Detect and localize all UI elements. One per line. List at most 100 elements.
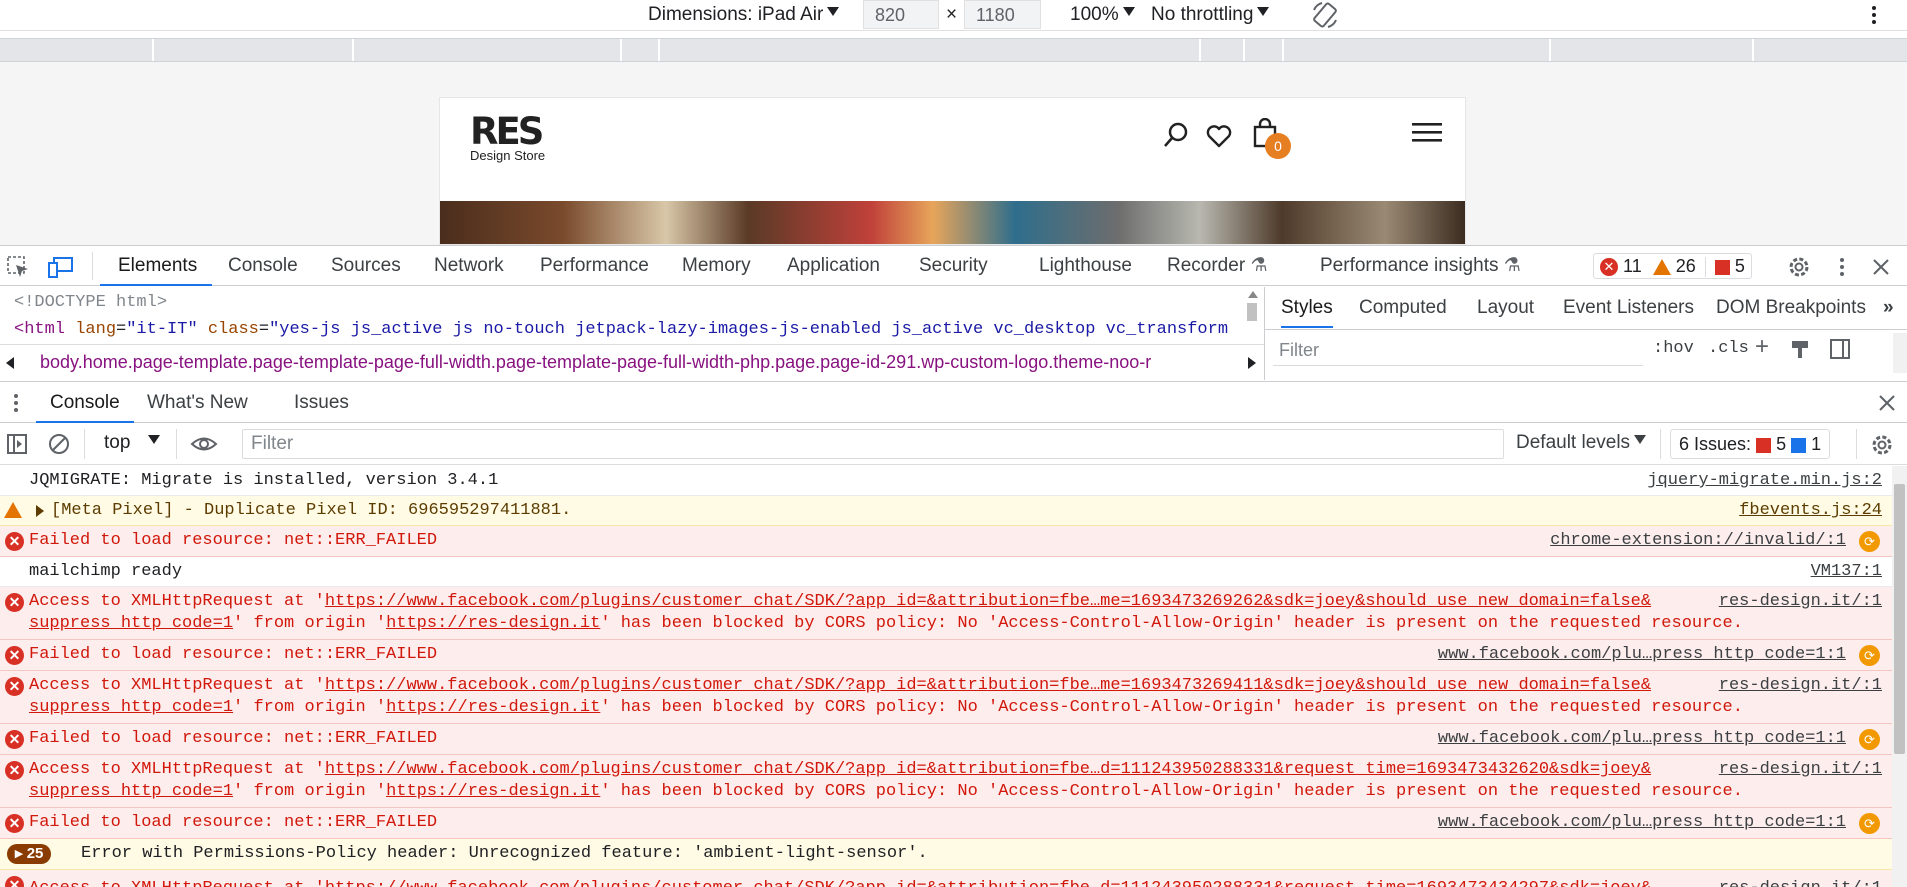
issue-counters[interactable]: ✕ 11 26 5 [1593,253,1752,279]
request-url-link-cont[interactable]: suppress_http_code=1 [29,698,233,717]
request-url-link-cont[interactable]: suppress_http_code=1 [29,782,233,801]
paint-brush-icon[interactable] [1789,338,1811,360]
dimensions-dropdown[interactable]: Dimensions: iPad Air [648,3,840,27]
tab-lighthouse[interactable]: Lighthouse [1039,246,1132,286]
console-message[interactable]: mailchimp ready VM137:1 [0,557,1892,587]
clear-console-icon[interactable] [48,433,70,455]
devtools-menu-icon[interactable] [1836,255,1848,279]
doctype-line[interactable]: <!DOCTYPE html> [14,293,167,312]
message-text: Access to XMLHttpRequest at 'https://www… [29,879,1651,887]
tab-console[interactable]: Console [228,246,298,286]
console-error[interactable]: ✕ Failed to load resource: net::ERR_FAIL… [0,640,1892,671]
device-toggle-icon[interactable] [48,255,74,279]
message-source-link[interactable]: www.facebook.com/plu…press_http_code=1:1 [1438,645,1846,664]
tab-performance[interactable]: Performance [540,246,649,286]
message-source-link[interactable]: res-design.it/:1 [1719,592,1882,611]
origin-link[interactable]: https://res-design.it [386,614,600,633]
message-source-link[interactable]: res-design.it/:1 [1719,676,1882,695]
request-url-link[interactable]: https://www.facebook.com/plugins/custome… [325,676,1651,695]
request-url-link[interactable]: https://www.facebook.com/plugins/custome… [325,592,1651,611]
console-settings-gear-icon[interactable] [1870,433,1894,457]
height-input[interactable]: 1180 [964,0,1041,29]
width-input[interactable]: 820 [863,0,939,29]
close-drawer-icon[interactable] [1878,394,1896,412]
tab-layout[interactable]: Layout [1477,287,1534,329]
origin-link[interactable]: https://res-design.it [386,698,600,717]
console-error[interactable]: ✕ Failed to load resource: net::ERR_FAIL… [0,808,1892,839]
new-style-rule-icon[interactable]: + [1755,333,1769,361]
close-devtools-icon[interactable] [1871,257,1891,277]
console-error[interactable]: ✕ Access to XMLHttpRequest at 'https://w… [0,755,1892,808]
drawer-tab-whats-new[interactable]: What's New [147,382,248,422]
tab-dom-breakpoints[interactable]: DOM Breakpoints [1716,287,1866,329]
inspect-element-icon[interactable] [6,255,30,279]
tab-elements[interactable]: Elements [100,246,212,286]
settings-gear-icon[interactable] [1787,255,1811,279]
message-source-link[interactable]: chrome-extension://invalid/:1 [1550,531,1846,550]
zoom-dropdown[interactable]: 100% [1070,3,1135,27]
tab-network[interactable]: Network [434,246,504,286]
elements-scrollbar[interactable] [1245,291,1259,327]
cls-toggle[interactable]: .cls [1708,339,1749,358]
scrollbar-thumb[interactable] [1894,484,1905,754]
wishlist-heart-icon[interactable] [1205,124,1233,148]
console-warning[interactable]: [Meta Pixel] - Duplicate Pixel ID: 69659… [0,496,1892,526]
message-prefix: Access to XMLHttpRequest at ' [29,676,325,695]
site-logo[interactable]: RES [470,110,544,153]
message-source-link[interactable]: www.facebook.com/plu…press_http_code=1:1 [1438,813,1846,832]
log-levels-dropdown[interactable]: Default levels [1516,432,1647,454]
tab-memory[interactable]: Memory [682,246,751,286]
more-options-icon[interactable] [1868,3,1880,27]
tab-recorder[interactable]: Recorder ⚗ [1167,246,1267,286]
message-source-link[interactable]: jquery-migrate.min.js:2 [1647,471,1882,490]
breadcrumb-right-arrow[interactable] [1248,357,1256,369]
message-source-link[interactable]: VM137:1 [1811,562,1882,581]
tab-sources[interactable]: Sources [331,246,401,286]
tab-application[interactable]: Application [787,246,880,286]
styles-scrollbar[interactable] [1893,333,1907,373]
message-source-link[interactable]: res-design.it/:1 [1719,760,1882,779]
issues-summary-button[interactable]: 6 Issues: 5 1 [1670,429,1831,459]
hov-toggle[interactable]: :hov [1653,339,1694,358]
console-error[interactable]: ✕ Access to XMLHttpRequest at 'https://w… [0,671,1892,724]
context-selector[interactable]: top [104,432,160,454]
console-message[interactable]: JQMIGRATE: Migrate is installed, version… [0,466,1892,496]
message-source-link[interactable]: fbevents.js:24 [1739,501,1882,520]
console-error[interactable]: ✕ Access to XMLHttpRequest at 'https://w… [0,870,1892,887]
search-icon[interactable] [1162,121,1190,149]
breadcrumb-left-arrow[interactable] [6,357,14,369]
message-source-link[interactable]: res-design.it/:1 [1719,879,1882,887]
toggle-sidebar-icon[interactable] [1829,338,1851,360]
console-error[interactable]: ✕ Failed to load resource: net::ERR_FAIL… [0,526,1892,557]
tab-security[interactable]: Security [919,246,988,286]
origin-link[interactable]: https://res-design.it [386,782,600,801]
repeat-count-badge[interactable]: ▸ 25 [7,844,52,864]
console-error[interactable]: ✕ Failed to load resource: net::ERR_FAIL… [0,724,1892,755]
drawer-tab-console[interactable]: Console [36,382,134,423]
message-source-link[interactable]: www.facebook.com/plu…press_http_code=1:1 [1438,729,1846,748]
html-element-line[interactable]: <html lang="it-IT" class="yes-js js_acti… [14,320,1254,339]
more-tabs-chevron-icon[interactable]: » [1883,287,1894,329]
tab-event-listeners[interactable]: Event Listeners [1563,287,1694,329]
console-error[interactable]: ✕ Access to XMLHttpRequest at 'https://w… [0,587,1892,640]
console-scrollbar[interactable] [1892,466,1907,887]
styles-filter-input[interactable]: Filter [1273,334,1643,366]
hamburger-menu-icon[interactable] [1412,120,1442,144]
media-query-ruler[interactable] [0,38,1907,62]
throttling-dropdown[interactable]: No throttling [1151,3,1270,27]
tab-styles[interactable]: Styles [1281,287,1333,328]
console-grouped-warning[interactable]: ▸ 25 Error with Permissions-Policy heade… [0,839,1892,870]
tab-computed[interactable]: Computed [1359,287,1447,329]
request-url-link-cont[interactable]: suppress_http_code=1 [29,614,233,633]
tab-performance-insights[interactable]: Performance insights ⚗ [1320,246,1521,286]
console-sidebar-icon[interactable] [6,433,28,455]
rotate-icon[interactable] [1310,0,1340,30]
console-filter-input[interactable]: Filter [242,429,1504,459]
live-expression-eye-icon[interactable] [190,433,218,455]
request-url-link[interactable]: https://www.facebook.com/plugins/custome… [325,760,1651,779]
breadcrumb-item-body[interactable]: body.home.page-template.page-template-pa… [40,352,1230,373]
drawer-menu-icon[interactable] [11,392,21,414]
drawer-tab-issues[interactable]: Issues [294,382,349,422]
attr-class: class [207,320,259,339]
expand-triangle-icon[interactable] [36,505,44,517]
